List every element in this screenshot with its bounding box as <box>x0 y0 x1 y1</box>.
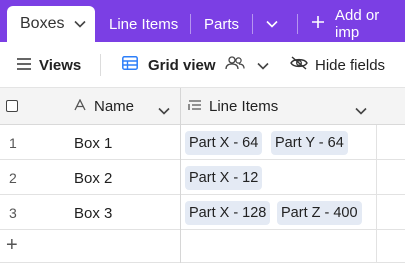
row-number: 3 <box>9 205 17 221</box>
tab-line-items[interactable]: Line Items <box>109 6 178 42</box>
collaborators-icon <box>224 56 245 74</box>
record-name[interactable]: Box 1 <box>74 135 112 152</box>
column-divider <box>180 88 181 263</box>
hide-fields-label: Hide fields <box>315 56 386 74</box>
grid-view-icon <box>122 56 138 74</box>
linked-record-chip[interactable]: Part X - 64 <box>185 131 263 155</box>
tab-parts-label: Parts <box>204 15 240 33</box>
row-number: 1 <box>9 135 17 151</box>
table-row[interactable]: 3 Box 3 Part X - 128 Part Z - 400 <box>0 195 405 230</box>
tab-boxes-label: Boxes <box>20 15 65 32</box>
add-or-import-label: Add or imp <box>335 7 380 41</box>
grid-view-switcher[interactable]: Grid view <box>122 42 269 88</box>
toolbar-divider <box>100 54 101 76</box>
views-button[interactable]: Views <box>17 42 81 88</box>
column-header-name[interactable]: Name <box>74 88 134 125</box>
tab-divider <box>252 14 253 34</box>
column-header-line-items[interactable]: Line Items <box>188 88 278 125</box>
views-label: Views <box>39 56 82 74</box>
add-record-icon[interactable]: + <box>6 235 18 255</box>
text-field-icon <box>74 98 86 115</box>
grid-view-label: Grid view <box>148 56 216 74</box>
table-row[interactable]: 2 Box 2 Part X - 12 <box>0 160 405 195</box>
records-grid: Name Line Items 1 Box 1 Part X - 64 Part… <box>0 88 405 276</box>
linked-record-chip[interactable]: Part X - 12 <box>185 166 263 190</box>
column-header-name-label: Name <box>94 98 135 115</box>
table-row[interactable]: 1 Box 1 Part X - 64 Part Y - 64 <box>0 125 405 160</box>
tab-divider <box>297 14 298 34</box>
chevron-down-icon[interactable] <box>355 102 367 120</box>
grid-header: Name Line Items <box>0 88 405 125</box>
more-tables-button[interactable] <box>266 6 278 42</box>
linked-record-field-icon <box>188 98 202 115</box>
linked-record-chip[interactable]: Part Z - 400 <box>277 201 362 225</box>
eye-off-icon <box>290 56 308 74</box>
chevron-down-icon <box>266 20 278 28</box>
tab-boxes[interactable]: Boxes <box>7 6 95 42</box>
menu-icon <box>17 57 31 74</box>
record-name[interactable]: Box 3 <box>74 205 112 222</box>
chevron-down-icon[interactable] <box>158 102 170 120</box>
add-or-import-button[interactable]: Add or imp <box>311 6 405 42</box>
hide-fields-button[interactable]: Hide fields <box>290 42 385 88</box>
tab-parts[interactable]: Parts <box>204 6 239 42</box>
linked-record-chip[interactable]: Part Y - 64 <box>271 131 348 155</box>
column-divider <box>376 125 377 263</box>
chevron-down-icon[interactable] <box>74 20 87 28</box>
linked-record-chip[interactable]: Part X - 128 <box>185 201 271 225</box>
row-number: 2 <box>9 170 17 186</box>
column-header-line-items-label: Line Items <box>209 98 279 115</box>
tab-divider <box>190 14 191 34</box>
add-row[interactable]: + <box>0 230 405 263</box>
tab-line-items-label: Line Items <box>109 15 179 33</box>
chevron-down-icon <box>256 57 269 74</box>
view-toolbar: Views Grid view Hide fields <box>0 42 405 88</box>
plus-icon <box>311 15 325 33</box>
record-name[interactable]: Box 2 <box>74 170 112 187</box>
select-all-checkbox[interactable] <box>6 100 18 112</box>
table-tab-bar: Boxes Line Items Parts Add or imp <box>0 0 405 42</box>
